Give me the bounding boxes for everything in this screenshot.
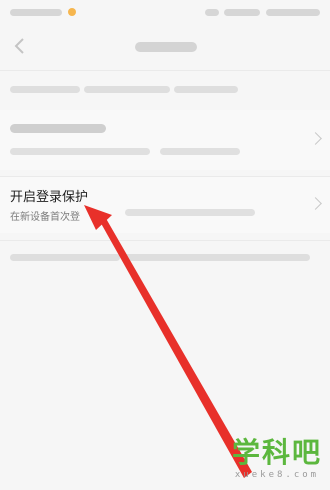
settings-screen: 开启登录保护 在新设备首次登 学科吧 xueke8.com	[0, 0, 330, 490]
watermark-text: 学科吧	[231, 436, 322, 469]
watermark-url: xueke8.com	[234, 470, 320, 480]
red-pointer-arrow-icon	[84, 205, 252, 478]
watermark-logo: 学科吧 xueke8.com	[231, 436, 322, 481]
